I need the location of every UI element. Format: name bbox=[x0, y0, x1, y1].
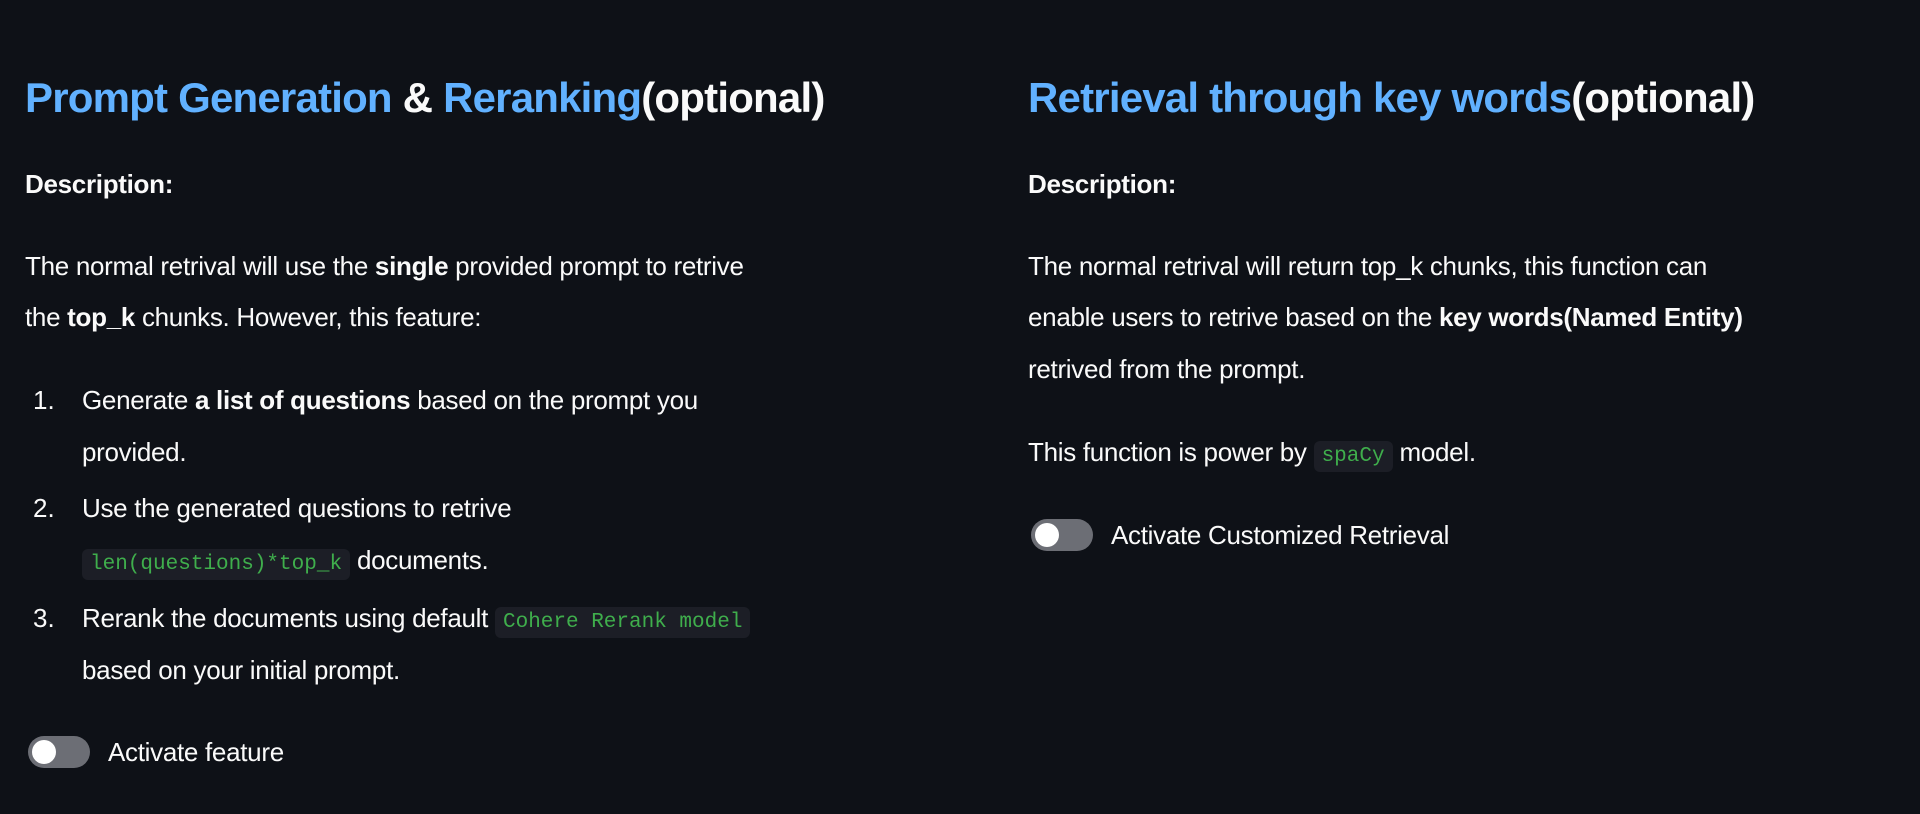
title-suffix: (optional) bbox=[641, 74, 825, 121]
paragraph-line: the top_k chunks. However, this feature: bbox=[25, 302, 482, 332]
section-title: Retrieval through key words(optional) bbox=[1028, 68, 1755, 128]
paragraph-line: retrived from the prompt. bbox=[1028, 354, 1306, 384]
title-link-prompt-generation[interactable]: Prompt Generation bbox=[25, 74, 393, 121]
activate-customized-retrieval-toggle[interactable] bbox=[1031, 519, 1093, 551]
title-suffix: (optional) bbox=[1571, 74, 1755, 121]
list-item-cont: provided. bbox=[82, 437, 187, 467]
inline-code: spaCy bbox=[1313, 441, 1393, 472]
list-number: 2. bbox=[33, 493, 55, 523]
list-item: Rerank the documents using default Coher… bbox=[82, 593, 751, 643]
toggle-knob bbox=[32, 740, 56, 764]
list-item: Generate a list of questions based on th… bbox=[82, 385, 698, 415]
paragraph-line: enable users to retrive based on the key… bbox=[1028, 302, 1743, 332]
toggle-label[interactable]: Activate feature bbox=[108, 727, 284, 777]
powered-by-line: This function is power by spaCy model. bbox=[1028, 427, 1476, 477]
title-amp: & bbox=[391, 74, 444, 121]
list-item: Use the generated questions to retrive bbox=[82, 493, 512, 523]
description-label: Description: bbox=[1028, 169, 1177, 199]
toggle-label[interactable]: Activate Customized Retrieval bbox=[1111, 510, 1449, 560]
description-label: Description: bbox=[25, 169, 174, 199]
paragraph-line: The normal retrival will return top_k ch… bbox=[1028, 251, 1708, 281]
section-title: Prompt Generation & Reranking(optional) bbox=[25, 68, 825, 128]
inline-code: len(questions)*top_k bbox=[82, 549, 351, 580]
paragraph-line: The normal retrival will use the single … bbox=[25, 251, 744, 281]
inline-code: Cohere Rerank model bbox=[494, 607, 751, 638]
list-number: 3. bbox=[33, 603, 55, 633]
list-item-cont: based on your initial prompt. bbox=[82, 655, 400, 685]
list-item-cont: len(questions)*top_k documents. bbox=[82, 535, 489, 585]
list-number: 1. bbox=[33, 385, 55, 415]
toggle-knob bbox=[1035, 523, 1059, 547]
title-link-reranking[interactable]: Reranking bbox=[443, 74, 642, 121]
title-link-retrieval-key-words[interactable]: Retrieval through key words bbox=[1028, 74, 1572, 121]
activate-feature-toggle[interactable] bbox=[28, 736, 90, 768]
